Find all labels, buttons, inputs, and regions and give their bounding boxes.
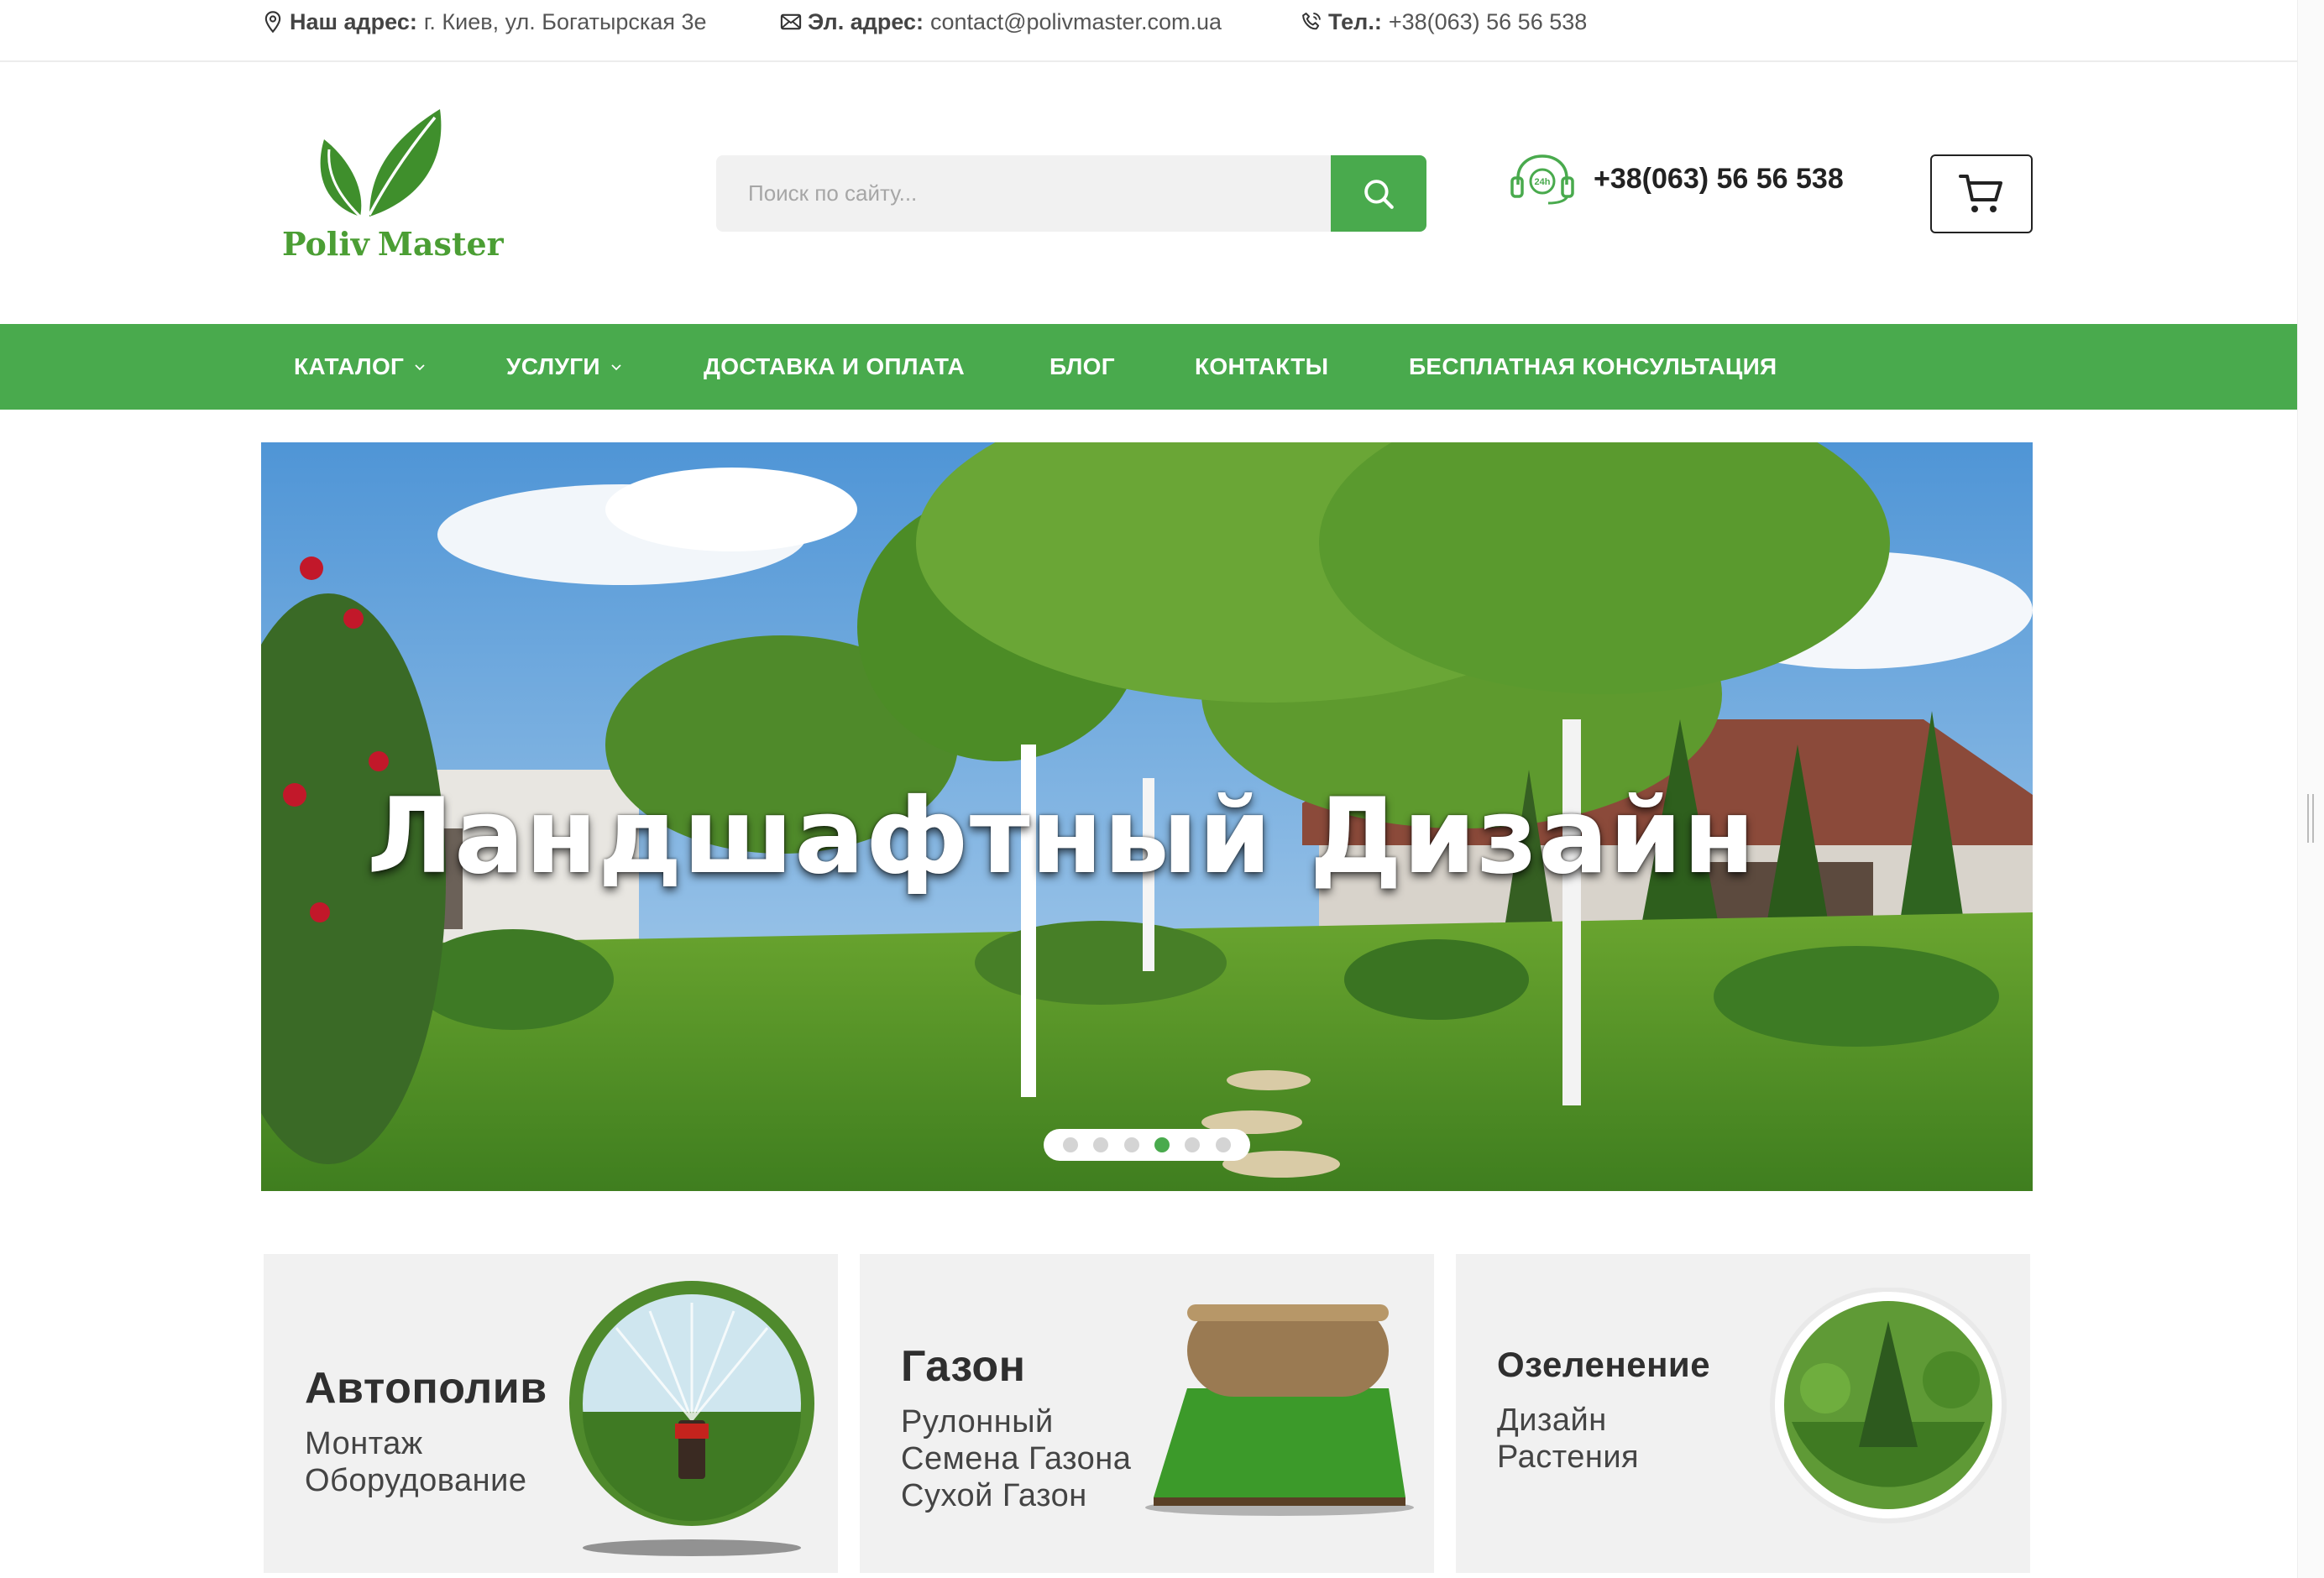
site-logo[interactable]: Poliv Master [282, 106, 504, 265]
lawn-roll-image [1145, 1304, 1414, 1516]
sprinkler-image [569, 1281, 814, 1556]
main-nav: Каталог Услуги Доставка и оплата Блог Ко… [0, 324, 2297, 410]
nav-label: Услуги [506, 353, 600, 379]
top-info-bar: Наш адрес: г. Киев, ул. Богатырская 3е Э… [0, 0, 2297, 62]
card-line: Сухой Газон [901, 1478, 1087, 1513]
phone-icon [1302, 13, 1321, 30]
category-card-ozelenenie[interactable]: Озеленение Дизайн Растения [1456, 1254, 2030, 1573]
card-title: Газон [901, 1342, 1026, 1391]
slider-pagination [1044, 1129, 1250, 1161]
chevron-down-icon [611, 363, 621, 370]
address-value: г. Киев, ул. Богатырская 3е [423, 8, 707, 34]
nav-label: Доставка и оплата [704, 353, 966, 379]
email-info: Эл. адрес: contact@polivmaster.com.ua [779, 5, 1222, 39]
card-line: Оборудование [305, 1463, 527, 1498]
page-scrollbar[interactable] [2297, 0, 2324, 1578]
card-title: Озеленение [1497, 1345, 1711, 1384]
slider-dot[interactable] [1123, 1137, 1139, 1152]
headset-24h-icon: 24h [1510, 154, 1574, 205]
scrollbar-handle[interactable] [2307, 794, 2314, 843]
phone-info: Тел.: +38(063) 56 56 538 [1300, 5, 1587, 39]
card-title: Автополив [305, 1364, 547, 1413]
phone-label: Тел.: [1328, 8, 1382, 34]
nav-label: Бесплатная консультация [1409, 353, 1777, 379]
slider-dot[interactable] [1063, 1137, 1079, 1152]
address-label: Наш адрес: [290, 8, 417, 34]
headset-badge: 24h [1535, 177, 1551, 187]
email-link[interactable]: contact@polivmaster.com.ua [930, 9, 1222, 35]
search-icon [1364, 179, 1394, 209]
logo-text: Poliv Master [282, 225, 504, 263]
nav-label: Каталог [294, 353, 405, 379]
header-phone[interactable]: 24h +38(063) 56 56 538 [1510, 153, 1844, 205]
card-line: Семена Газона [901, 1441, 1132, 1476]
location-pin-icon [264, 11, 281, 34]
cart-icon [1959, 175, 2002, 212]
search-button[interactable] [1331, 155, 1426, 232]
card-line: Растения [1497, 1440, 1640, 1475]
leaf-logo-icon [320, 109, 442, 218]
hero-slider[interactable]: Ландшафтный Дизайн [261, 442, 2033, 1191]
nav-item-contacts[interactable]: Контакты [1195, 324, 1328, 410]
slider-dot[interactable] [1154, 1137, 1170, 1152]
category-card-autopoliv[interactable]: Автополив Монтаж Оборудование [264, 1254, 838, 1573]
address-info: Наш адрес: г. Киев, ул. Богатырская 3е [261, 5, 707, 39]
nav-item-free-consultation[interactable]: Бесплатная консультация [1409, 324, 1777, 410]
slider-dot[interactable] [1215, 1137, 1231, 1152]
hero-title: Ландшафтный Дизайн [367, 776, 1756, 897]
category-card-gazon[interactable]: Газон Рулонный Семена Газона Сухой Газон [860, 1254, 1434, 1573]
phone-link[interactable]: +38(063) 56 56 538 [1389, 9, 1587, 35]
nav-item-delivery[interactable]: Доставка и оплата [704, 324, 965, 410]
logo-word-2: Master [377, 225, 504, 263]
chevron-down-icon [415, 363, 425, 370]
header-phone-number[interactable]: +38(063) 56 56 538 [1594, 163, 1844, 196]
slider-dot[interactable] [1093, 1137, 1109, 1152]
card-line: Рулонный [901, 1404, 1054, 1440]
nav-item-catalog[interactable]: Каталог [294, 324, 426, 410]
cart-button[interactable] [1930, 154, 2033, 233]
garden-circle-image [1770, 1288, 2007, 1523]
nav-label: Контакты [1195, 353, 1329, 379]
search-input[interactable] [716, 155, 1331, 232]
logo-word-1: Poliv [282, 225, 369, 263]
nav-label: Блог [1049, 353, 1115, 379]
email-label: Эл. адрес: [808, 8, 924, 34]
slider-dot[interactable] [1185, 1137, 1201, 1152]
nav-item-blog[interactable]: Блог [1049, 324, 1115, 410]
nav-item-services[interactable]: Услуги [506, 324, 622, 410]
card-line: Монтаж [305, 1426, 423, 1461]
card-line: Дизайн [1497, 1403, 1607, 1438]
search-bar [716, 155, 1426, 232]
envelope-icon [780, 13, 802, 30]
